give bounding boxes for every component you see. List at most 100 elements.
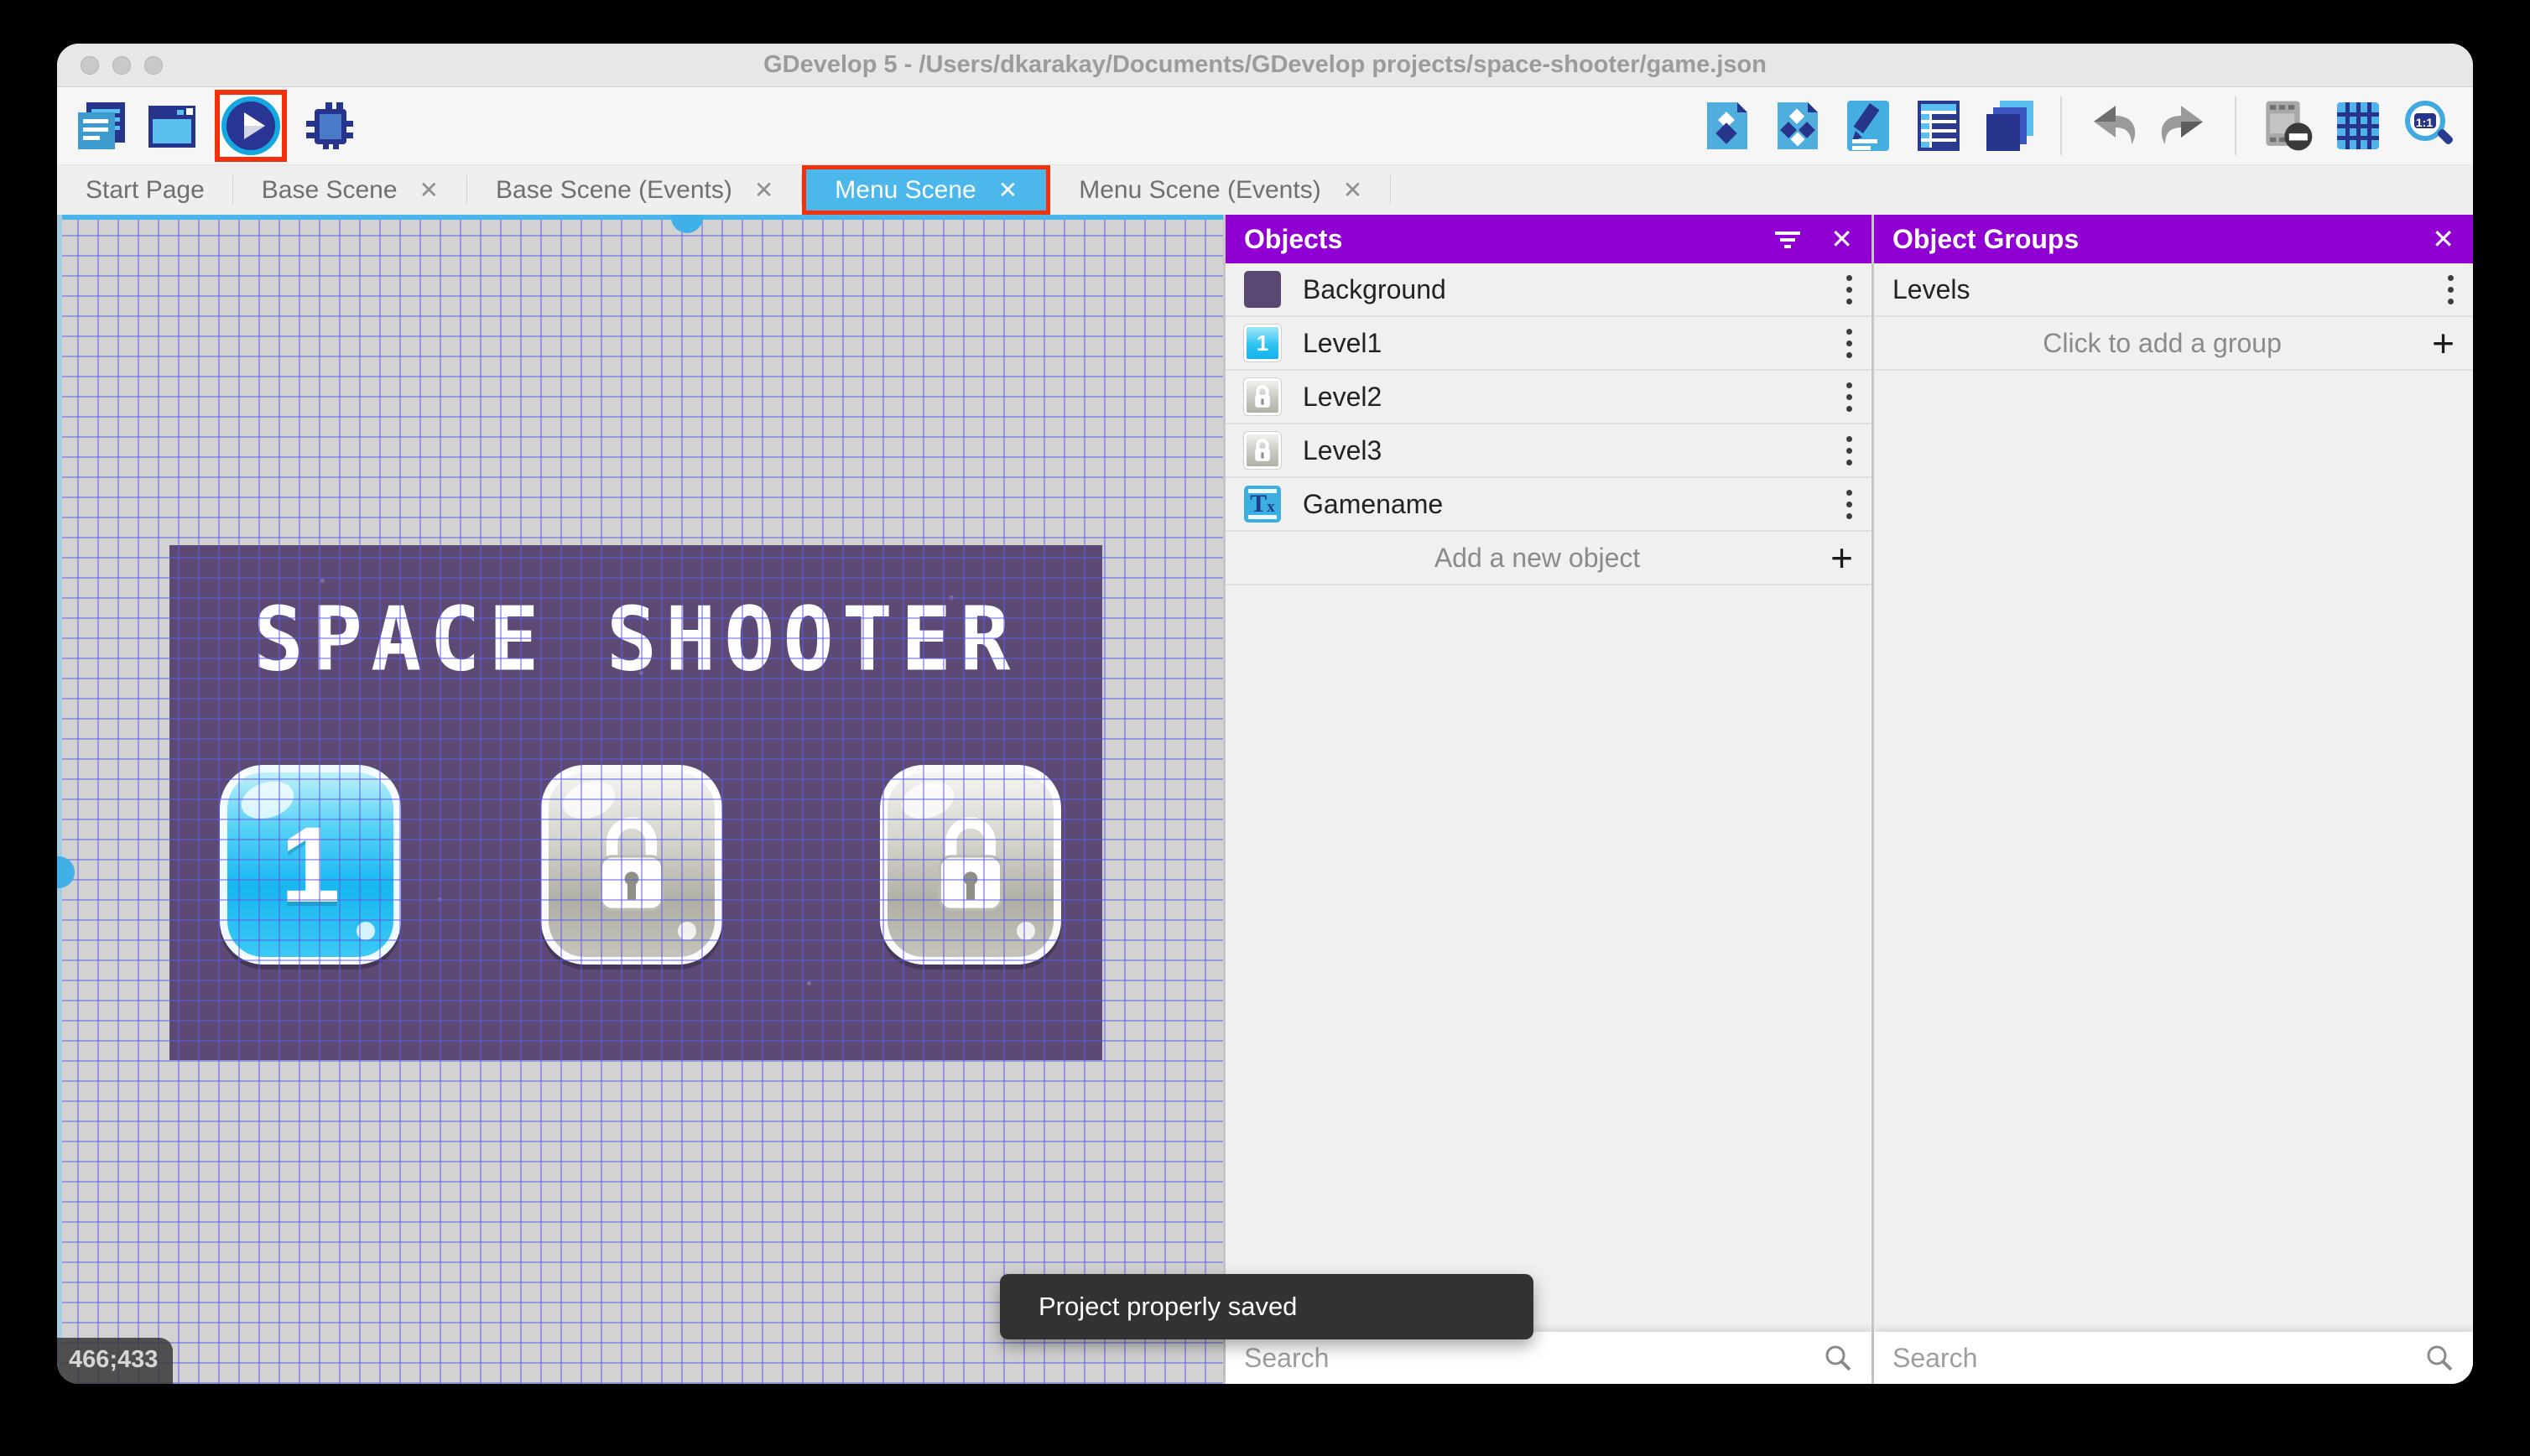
filter-icon[interactable] [1773,228,1802,250]
objects-search-input[interactable] [1244,1342,1823,1374]
object-menu-icon[interactable] [1845,328,1853,358]
object-groups-panel-title: Object Groups [1892,223,2080,254]
objects-panel-icon[interactable] [1700,98,1755,153]
toolbar-separator [2060,96,2062,155]
level3-locked-button-instance[interactable] [880,765,1061,965]
tab-label: Start Page [86,175,205,204]
group-name: Levels [1892,273,1970,304]
toolbar-separator [2235,96,2236,155]
lock-icon [938,817,1003,911]
search-icon [2427,1345,2453,1371]
game-scene-preview: SPACE SHOOTER 1 [169,545,1102,1060]
instances-list-panel-icon[interactable] [1911,98,1966,153]
close-tab-icon[interactable]: ✕ [998,178,1018,202]
object-row-level3[interactable]: Level3 [1226,424,1871,478]
add-object-label: Add a new object [1434,542,1641,573]
objects-panel-header: Objects ✕ [1226,215,1871,263]
tab-label: Menu Scene [835,175,976,204]
group-menu-icon[interactable] [2446,274,2455,304]
gdevelop-window: GDevelop 5 - /Users/dkarakay/Documents/G… [57,44,2473,1384]
object-groups-panel: Object Groups ✕ Levels Click to add a gr… [1874,215,2473,1384]
toast-message: Project properly saved [1039,1292,1298,1321]
object-row-level1[interactable]: 1 Level1 [1226,317,1871,371]
object-menu-icon[interactable] [1845,382,1853,412]
gamename-object-thumbnail: Tx [1244,486,1281,523]
toggle-window-mask-icon[interactable] [2260,98,2315,153]
object-name: Gamename [1303,488,1444,519]
grid-icon[interactable] [2330,98,2386,153]
tab-label: Base Scene [261,175,398,204]
level2-locked-button-instance[interactable] [541,765,722,965]
close-tab-icon[interactable]: ✕ [419,178,439,202]
zoom-ratio-label: 1:1 [2415,116,2434,129]
close-panel-icon[interactable]: ✕ [1830,223,1853,255]
tab-start-page[interactable]: Start Page [57,165,233,215]
groups-panel-empty-space [1874,371,2473,1332]
debug-icon[interactable] [302,98,357,153]
main-area: SPACE SHOOTER 1 466;433 Objects ✕ Backgr… [57,215,2473,1384]
lock-icon [599,817,664,911]
tab-menu-scene[interactable]: Menu Scene ✕ [802,165,1051,215]
horizontal-scrollbar-track[interactable] [57,215,1223,220]
background-object-thumbnail [1244,271,1281,308]
level3-object-thumbnail [1244,432,1281,469]
tab-base-scene-events[interactable]: Base Scene (Events) ✕ [467,165,803,215]
level1-button-instance[interactable]: 1 [220,765,401,965]
object-menu-icon[interactable] [1845,435,1853,465]
toolbar-left-group [74,90,357,162]
tab-label: Menu Scene (Events) [1079,175,1321,204]
add-new-object-row[interactable]: Add a new object + [1226,532,1871,585]
objects-panel: Objects ✕ Background 1 Level1 Level2 Lev… [1226,215,1871,1384]
object-groups-panel-header: Object Groups ✕ [1874,215,2473,263]
tab-menu-scene-events[interactable]: Menu Scene (Events) ✕ [1050,165,1392,215]
plus-icon[interactable]: + [1830,538,1853,577]
groups-search-bar [1874,1332,2473,1384]
objects-panel-empty-space [1226,585,1871,1332]
object-name: Level2 [1303,381,1382,412]
vertical-scrollbar-track[interactable] [57,215,62,1384]
play-button[interactable] [221,96,280,155]
undo-icon[interactable] [2085,98,2141,153]
level1-object-thumbnail: 1 [1244,325,1281,361]
close-tab-icon[interactable]: ✕ [1343,178,1362,202]
level2-object-thumbnail [1244,378,1281,415]
search-icon [1825,1345,1851,1371]
title-bar: GDevelop 5 - /Users/dkarakay/Documents/G… [57,44,2473,87]
layers-panel-icon[interactable] [1981,98,2037,153]
objects-panel-title: Objects [1244,223,1343,254]
cursor-coordinates-badge: 466;433 [57,1338,174,1384]
redo-icon[interactable] [2156,98,2211,153]
lock-icon [1255,439,1270,461]
object-row-background[interactable]: Background [1226,263,1871,317]
object-menu-icon[interactable] [1845,489,1853,519]
zoom-ratio-icon[interactable]: 1:1 [2401,98,2456,153]
main-toolbar: 1:1 [57,87,2473,164]
save-toast: Project properly saved [1000,1274,1533,1339]
object-name: Background [1303,273,1446,304]
editor-tabs: Start Page Base Scene ✕ Base Scene (Even… [57,164,2473,215]
scene-canvas[interactable]: SPACE SHOOTER 1 466;433 [57,215,1223,1384]
game-title-text-instance[interactable]: SPACE SHOOTER [169,588,1102,691]
plus-icon[interactable]: + [2432,324,2455,362]
close-panel-icon[interactable]: ✕ [2432,223,2455,255]
window-title: GDevelop 5 - /Users/dkarakay/Documents/G… [763,51,1767,78]
add-group-row[interactable]: Click to add a group + [1874,317,2473,371]
object-row-gamename[interactable]: Tx Gamename [1226,478,1871,532]
group-row-levels[interactable]: Levels [1874,263,2473,317]
object-name: Level1 [1303,327,1382,358]
groups-search-input[interactable] [1892,1342,2424,1374]
properties-panel-icon[interactable] [1840,98,1896,153]
object-menu-icon[interactable] [1845,274,1853,304]
horizontal-scrollbar-thumb[interactable] [671,215,703,233]
tab-label: Base Scene (Events) [496,175,732,204]
object-groups-panel-icon[interactable] [1770,98,1825,153]
object-row-level2[interactable]: Level2 [1226,371,1871,424]
scene-window-icon[interactable] [144,98,200,153]
add-group-label: Click to add a group [2043,327,2282,358]
tab-base-scene[interactable]: Base Scene ✕ [233,165,468,215]
project-manager-icon[interactable] [74,98,129,153]
close-tab-icon[interactable]: ✕ [754,178,773,202]
object-name: Level3 [1303,434,1382,465]
objects-search-bar [1226,1332,1871,1384]
vertical-scrollbar-thumb[interactable] [57,856,75,888]
